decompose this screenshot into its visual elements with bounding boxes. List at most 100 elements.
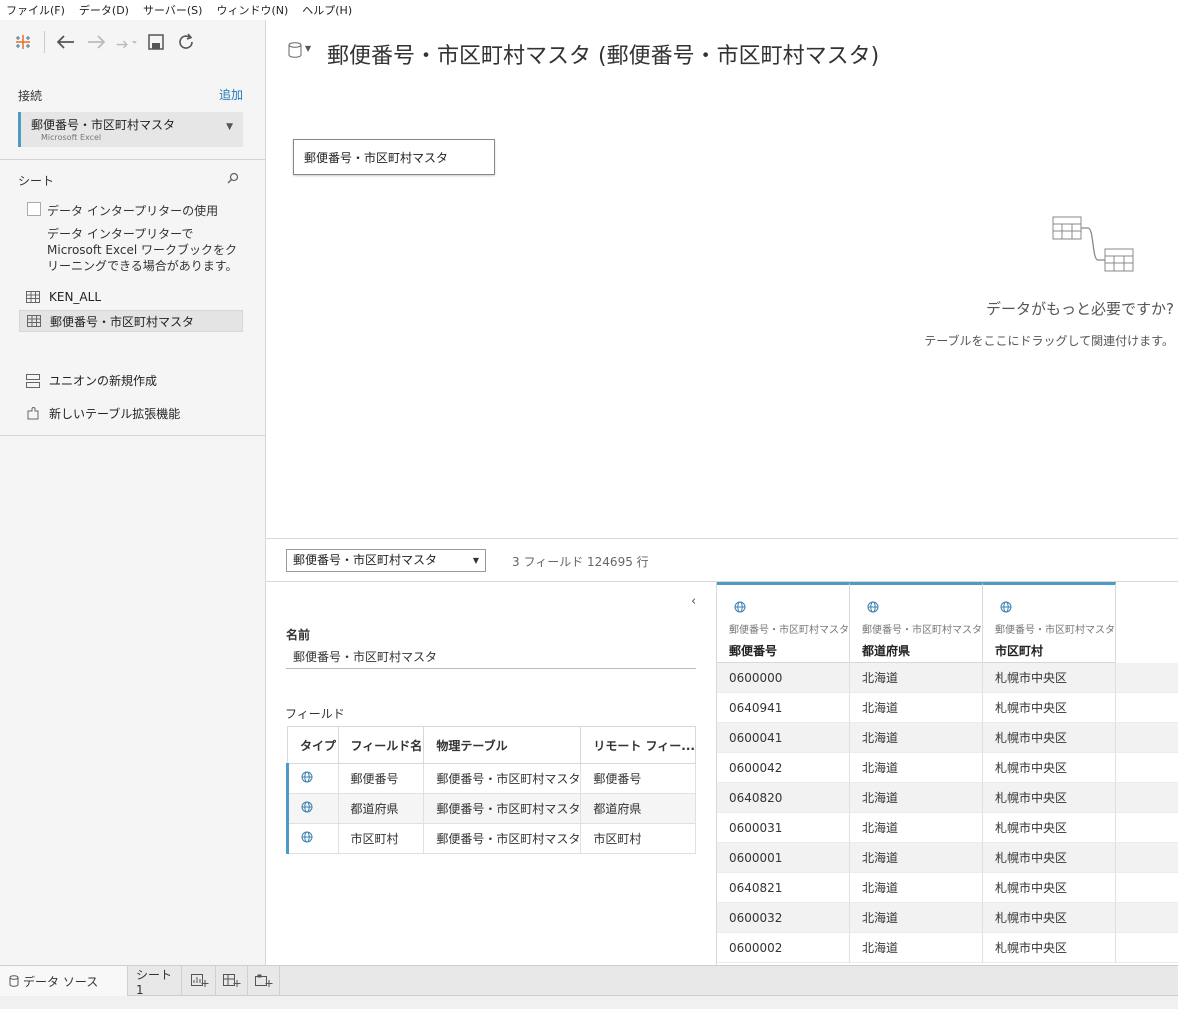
grid-row: 0600000 北海道 札幌市中央区 bbox=[717, 663, 1178, 693]
grid-cell: 札幌市中央区 bbox=[983, 783, 1116, 813]
tab-sheet-label: シート 1 bbox=[136, 967, 173, 997]
remote-field-cell: 市区町村 bbox=[580, 823, 696, 854]
connection-item[interactable]: 郵便番号・市区町村マスタ Microsoft Excel ▼ bbox=[18, 112, 243, 147]
type-cell[interactable] bbox=[286, 793, 339, 824]
sheet-item-ken-all[interactable]: KEN_ALL bbox=[19, 286, 243, 308]
canvas-table-card[interactable]: 郵便番号・市区町村マスタ bbox=[293, 139, 495, 175]
field-name-cell: 市区町村 bbox=[337, 823, 425, 854]
grid-row: 0640820 北海道 札幌市中央区 bbox=[717, 783, 1178, 813]
grid-row: 0600001 北海道 札幌市中央区 bbox=[717, 843, 1178, 873]
menu-server[interactable]: サーバー(S) bbox=[143, 2, 202, 18]
tableau-logo-icon[interactable] bbox=[12, 31, 34, 53]
datasource-icon[interactable] bbox=[288, 42, 302, 58]
tab-datasource-label: データ ソース bbox=[23, 974, 99, 989]
extension-icon bbox=[27, 406, 39, 419]
column-header-field-name[interactable]: フィールド名 bbox=[337, 726, 425, 764]
relationship-icon bbox=[1052, 216, 1134, 272]
column-header-remote-field[interactable]: リモート フィー... bbox=[580, 726, 696, 764]
connection-type: Microsoft Excel bbox=[41, 133, 102, 142]
new-worksheet-icon bbox=[190, 974, 208, 987]
grid-cell: 北海道 bbox=[850, 753, 983, 783]
interpreter-checkbox[interactable] bbox=[27, 202, 41, 216]
table-row[interactable]: 郵便番号 郵便番号・市区町村マスタ 郵便番号 bbox=[286, 763, 696, 794]
grid-cell: 札幌市中央区 bbox=[983, 933, 1116, 963]
divider bbox=[0, 435, 266, 436]
grid-cell: 北海道 bbox=[850, 663, 983, 693]
field-name-cell: 都道府県 bbox=[337, 793, 425, 824]
column-name: 郵便番号 bbox=[729, 644, 778, 658]
tab-sheet-1[interactable]: シート 1 bbox=[128, 966, 182, 997]
menu-help[interactable]: ヘルプ(H) bbox=[302, 2, 352, 18]
grid-rows: 0600000 北海道 札幌市中央区 0640941 北海道 札幌市中央区 060004… bbox=[717, 663, 1178, 963]
grid-cell: 北海道 bbox=[850, 933, 983, 963]
fields-table: タイプ フィールド名 物理テーブル リモート フィー... 郵便番号 郵便番号・… bbox=[286, 726, 696, 854]
remote-field-cell: 郵便番号 bbox=[580, 763, 696, 794]
column-header-type[interactable]: タイプ bbox=[287, 726, 339, 764]
grid-header: 郵便番号・市区町村マスタ 郵便番号 郵便番号・市区町村マスタ 都道府県 郵便番号… bbox=[717, 582, 1116, 663]
grid-cell: 北海道 bbox=[850, 783, 983, 813]
column-name: 市区町村 bbox=[995, 644, 1044, 658]
connections-title: 接続 bbox=[18, 89, 43, 103]
hint-subtitle: テーブルをここにドラッグして関連付けます。 bbox=[924, 334, 1174, 348]
type-cell[interactable] bbox=[286, 823, 339, 854]
column-source: 郵便番号・市区町村マスタ bbox=[862, 625, 982, 636]
grid-row: 0640941 北海道 札幌市中央区 bbox=[717, 693, 1178, 723]
grid-cell: 0600002 bbox=[717, 933, 850, 963]
new-dashboard-button[interactable] bbox=[216, 966, 248, 996]
back-arrow-icon[interactable] bbox=[55, 31, 77, 53]
globe-icon bbox=[301, 771, 313, 783]
save-icon[interactable] bbox=[145, 31, 167, 53]
menu-window[interactable]: ウィンドウ(N) bbox=[216, 2, 288, 18]
collapse-chevron-icon[interactable]: ‹ bbox=[691, 594, 696, 609]
physical-table-cell: 郵便番号・市区町村マスタ bbox=[423, 793, 582, 824]
grid-cell: 札幌市中央区 bbox=[983, 753, 1116, 783]
chevron-down-icon: ▼ bbox=[472, 556, 479, 565]
grid-row: 0600032 北海道 札幌市中央区 bbox=[717, 903, 1178, 933]
forward-arrow-icon[interactable] bbox=[85, 31, 107, 53]
field-name-cell: 郵便番号 bbox=[337, 763, 425, 794]
new-story-button[interactable] bbox=[248, 966, 280, 996]
physical-table-cell: 郵便番号・市区町村マスタ bbox=[423, 823, 582, 854]
grid-row: 0600002 北海道 札幌市中央区 bbox=[717, 933, 1178, 963]
new-table-extension-button[interactable]: 新しいテーブル拡張機能 bbox=[26, 405, 180, 422]
datasource-title[interactable]: 郵便番号・市区町村マスタ (郵便番号・市区町村マスタ) bbox=[327, 38, 879, 70]
toolbar-separator bbox=[44, 31, 45, 53]
tab-datasource[interactable]: データ ソース bbox=[0, 966, 128, 996]
datasource-icon bbox=[9, 975, 19, 987]
grid-cell: 0600001 bbox=[717, 843, 850, 873]
globe-icon[interactable] bbox=[1000, 601, 1012, 613]
grid-cell: 北海道 bbox=[850, 723, 983, 753]
grid-column-header[interactable]: 郵便番号・市区町村マスタ 郵便番号 bbox=[717, 582, 850, 663]
redo-dropdown-icon[interactable] bbox=[115, 31, 137, 53]
new-dashboard-icon bbox=[222, 974, 240, 987]
grid-cell: 札幌市中央区 bbox=[983, 873, 1116, 903]
add-connection-link[interactable]: 追加 bbox=[219, 86, 243, 103]
menu-file[interactable]: ファイル(F) bbox=[6, 2, 65, 18]
column-name: 都道府県 bbox=[862, 644, 911, 658]
new-table-extension-label: 新しいテーブル拡張機能 bbox=[49, 407, 181, 421]
grid-cell: 0640941 bbox=[717, 693, 850, 723]
column-header-physical-table[interactable]: 物理テーブル bbox=[423, 726, 582, 764]
table-select[interactable]: 郵便番号・市区町村マスタ ▼ bbox=[286, 549, 486, 572]
globe-icon bbox=[301, 831, 313, 843]
new-worksheet-button[interactable] bbox=[184, 966, 216, 996]
new-union-button[interactable]: ユニオンの新規作成 bbox=[26, 372, 157, 389]
refresh-icon[interactable] bbox=[175, 31, 197, 53]
globe-icon[interactable] bbox=[734, 601, 746, 613]
grid-column-header[interactable]: 郵便番号・市区町村マスタ 市区町村 bbox=[983, 582, 1116, 663]
grid-column-header[interactable]: 郵便番号・市区町村マスタ 都道府県 bbox=[850, 582, 983, 663]
search-icon[interactable] bbox=[227, 172, 239, 187]
grid-cell: 0600042 bbox=[717, 753, 850, 783]
table-row[interactable]: 都道府県 郵便番号・市区町村マスタ 都道府県 bbox=[286, 793, 696, 824]
type-cell[interactable] bbox=[286, 763, 339, 794]
table-row[interactable]: 市区町村 郵便番号・市区町村マスタ 市区町村 bbox=[286, 823, 696, 854]
name-field[interactable]: 郵便番号・市区町村マスタ bbox=[286, 648, 696, 669]
globe-icon[interactable] bbox=[867, 601, 879, 613]
divider bbox=[0, 159, 266, 160]
chevron-down-icon[interactable]: ▼ bbox=[305, 44, 311, 53]
grid-cell: 0640820 bbox=[717, 783, 850, 813]
menu-data[interactable]: データ(D) bbox=[79, 2, 129, 18]
sheet-item-master[interactable]: 郵便番号・市区町村マスタ bbox=[19, 310, 243, 332]
sheets-title: シート bbox=[18, 174, 55, 188]
chevron-down-icon[interactable]: ▼ bbox=[226, 122, 233, 132]
